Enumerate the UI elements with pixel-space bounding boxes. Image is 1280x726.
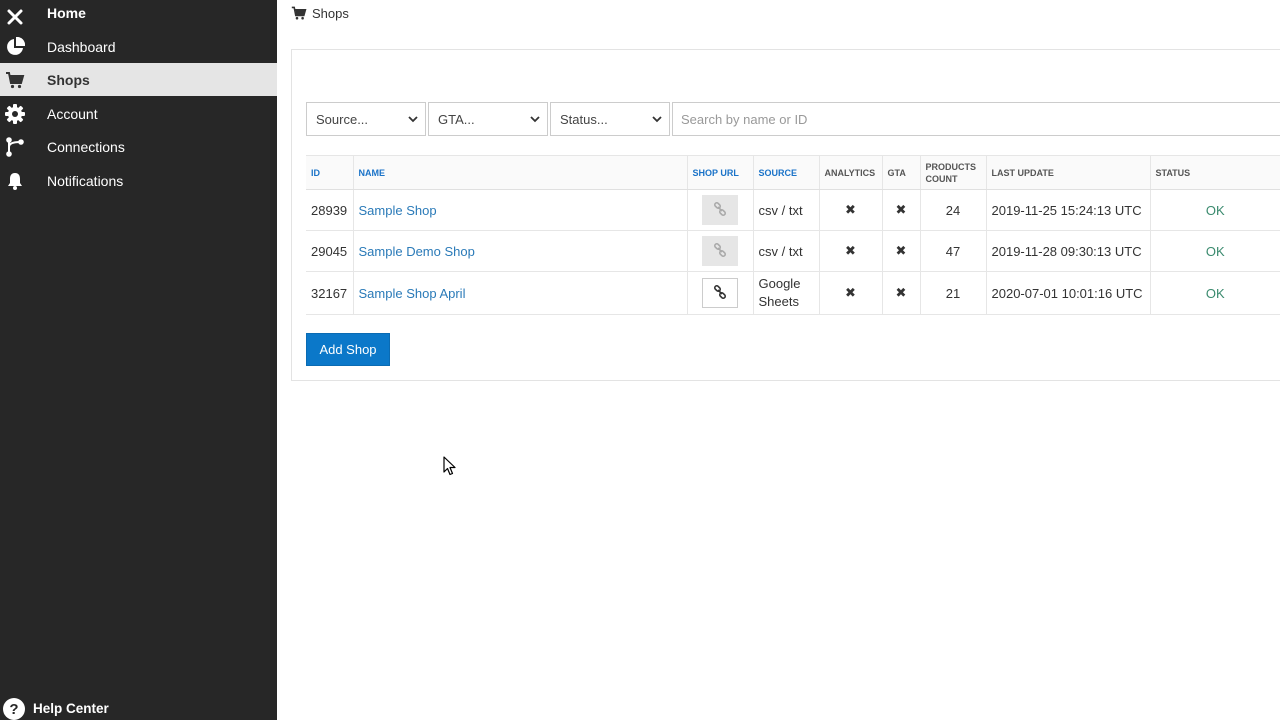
cart-icon <box>291 5 307 21</box>
status-badge: OK <box>1149 271 1280 315</box>
sidebar-item-shops[interactable]: Shops <box>0 63 277 96</box>
sidebar-item-notifications[interactable]: Notifications <box>0 164 277 197</box>
gta-status-icon: ✖ <box>895 202 907 217</box>
table-header-row: ID NAME SHOP URL SOURCE ANALYTICS GTA PR… <box>306 155 1280 190</box>
shop-name-link[interactable]: Sample Shop April <box>359 286 466 301</box>
gta-status-icon: ✖ <box>895 285 907 300</box>
bell-icon <box>4 170 26 192</box>
analytics-status-icon: ✖ <box>845 202 856 217</box>
products-count: 24 <box>919 189 986 231</box>
shop-name-link[interactable]: Sample Shop <box>359 203 437 218</box>
breadcrumb: Shops <box>291 4 349 22</box>
mouse-cursor-icon <box>443 456 457 476</box>
status-filter-value: Status... <box>560 111 608 127</box>
chevron-down-icon <box>529 113 541 125</box>
products-count: 47 <box>919 230 986 272</box>
chevron-down-icon <box>651 113 663 125</box>
shop-source: csv / txt <box>752 189 819 231</box>
table-row: 28939 Sample Shop csv / txt ✖ ✖ 24 2019-… <box>306 189 1280 231</box>
column-header-gta: GTA <box>881 155 920 190</box>
analytics-status-icon: ✖ <box>845 285 856 300</box>
help-center-label: Help Center <box>33 701 109 716</box>
sidebar-item-label: Connections <box>47 138 125 155</box>
svg-text:?: ? <box>9 701 18 718</box>
link-icon <box>713 201 727 219</box>
sidebar-item-account[interactable]: Account <box>0 97 277 130</box>
analytics-status-icon: ✖ <box>845 243 856 258</box>
last-update: 2020-07-01 10:01:16 UTC <box>985 271 1150 315</box>
search-input[interactable] <box>681 111 1280 127</box>
source-filter-value: Source... <box>316 111 369 127</box>
help-center-link[interactable]: ? Help Center <box>0 697 277 720</box>
connections-icon <box>4 136 26 158</box>
sidebar-item-dashboard[interactable]: Dashboard <box>0 30 277 63</box>
shop-url-button[interactable] <box>702 236 738 266</box>
sidebar: Home Dashboard Shops Account Connections… <box>0 0 277 720</box>
sidebar-item-connections[interactable]: Connections <box>0 130 277 163</box>
column-header-shop-url[interactable]: SHOP URL <box>686 155 753 190</box>
shop-id: 28939 <box>306 189 353 231</box>
products-count: 21 <box>919 271 986 315</box>
gta-filter-select[interactable]: GTA... <box>428 102 548 136</box>
link-icon <box>713 242 727 260</box>
shops-table: ID NAME SHOP URL SOURCE ANALYTICS GTA PR… <box>306 155 1280 315</box>
shop-name-link[interactable]: Sample Demo Shop <box>359 244 475 259</box>
last-update: 2019-11-28 09:30:13 UTC <box>985 230 1150 272</box>
sidebar-item-label: Notifications <box>47 172 124 189</box>
status-filter-select[interactable]: Status... <box>550 102 670 136</box>
status-badge: OK <box>1149 189 1280 231</box>
help-icon: ? <box>2 697 26 721</box>
sidebar-item-label: Home <box>47 5 86 21</box>
shop-url-button[interactable] <box>702 278 738 308</box>
search-box <box>672 102 1280 136</box>
shop-url-button[interactable] <box>702 195 738 225</box>
gta-filter-value: GTA... <box>438 111 475 127</box>
shop-id: 32167 <box>306 271 353 315</box>
sidebar-item-label: Account <box>47 105 98 122</box>
column-header-last-update: LAST UPDATE <box>985 155 1150 190</box>
sidebar-item-label: Dashboard <box>47 38 116 55</box>
table-row: 29045 Sample Demo Shop csv / txt ✖ ✖ 47 … <box>306 230 1280 272</box>
column-header-source[interactable]: SOURCE <box>752 155 819 190</box>
add-shop-button[interactable]: Add Shop <box>306 333 390 366</box>
shop-source: Google Sheets <box>752 271 819 315</box>
sidebar-item-home[interactable]: Home <box>0 0 277 33</box>
cart-icon <box>4 69 26 91</box>
source-filter-select[interactable]: Source... <box>306 102 426 136</box>
link-icon <box>713 284 727 302</box>
gta-status-icon: ✖ <box>895 243 907 258</box>
last-update: 2019-11-25 15:24:13 UTC <box>985 189 1150 231</box>
column-header-id[interactable]: ID <box>306 155 353 190</box>
gear-icon <box>4 103 26 125</box>
breadcrumb-label: Shops <box>312 5 349 21</box>
status-badge: OK <box>1149 230 1280 272</box>
table-row: 32167 Sample Shop April Google Sheets ✖ … <box>306 271 1280 315</box>
chevron-down-icon <box>407 113 419 125</box>
column-header-products-count: PRODUCTS COUNT <box>919 155 986 190</box>
column-header-status: STATUS <box>1149 155 1280 190</box>
pie-chart-icon <box>4 36 26 58</box>
shop-source: csv / txt <box>752 230 819 272</box>
column-header-analytics: ANALYTICS <box>818 155 882 190</box>
shop-id: 29045 <box>306 230 353 272</box>
close-icon <box>4 6 26 28</box>
sidebar-item-label: Shops <box>47 71 90 88</box>
column-header-name[interactable]: NAME <box>352 155 687 190</box>
